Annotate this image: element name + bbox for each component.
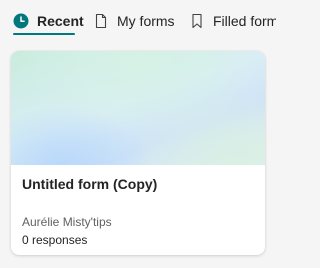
tab-label: My forms xyxy=(117,13,175,29)
tab-label: Filled forms xyxy=(213,13,276,29)
bookmark-icon xyxy=(189,13,205,29)
response-count: 0 responses xyxy=(22,233,88,247)
tab-bar: Recent My forms Filled forms xyxy=(0,0,276,40)
tab-recent[interactable]: Recent xyxy=(13,8,84,34)
form-thumbnail xyxy=(11,51,265,165)
tab-label: Recent xyxy=(37,13,84,29)
document-icon xyxy=(93,13,109,29)
form-title: Untitled form (Copy) xyxy=(22,176,158,192)
form-owner: Aurélie Misty'tips xyxy=(22,215,112,229)
tab-my-forms[interactable]: My forms xyxy=(93,8,175,34)
tab-filled-forms[interactable]: Filled forms xyxy=(189,8,276,34)
selected-tab-indicator xyxy=(13,33,75,35)
clock-icon xyxy=(13,13,29,29)
form-card[interactable]: Untitled form (Copy) Aurélie Misty'tips … xyxy=(11,51,265,255)
